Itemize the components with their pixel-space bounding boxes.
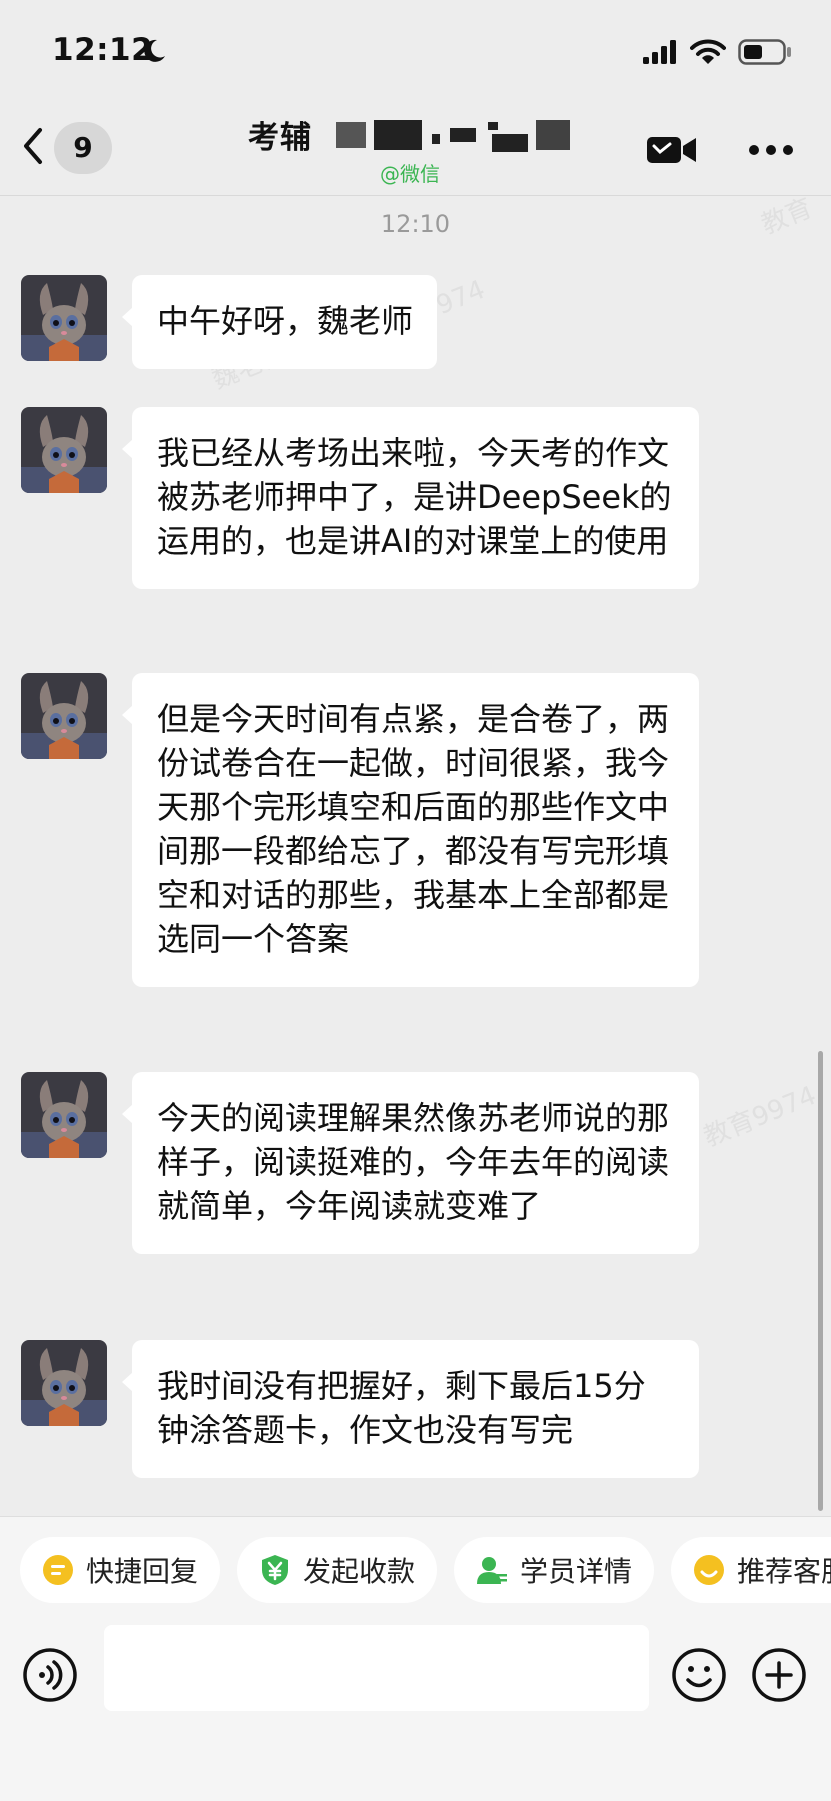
redaction-mark bbox=[336, 112, 576, 154]
student-details-button[interactable]: 学员详情 bbox=[454, 1537, 654, 1603]
quick-reply-label: 快捷回复 bbox=[86, 1555, 199, 1588]
student-icon bbox=[477, 1557, 507, 1584]
signal-icon bbox=[643, 40, 676, 64]
message-input-row bbox=[0, 1625, 831, 1715]
collect-payment-label: 发起收款 bbox=[303, 1555, 416, 1588]
battery-icon bbox=[738, 39, 791, 65]
payment-icon bbox=[262, 1555, 288, 1585]
avatar-image bbox=[21, 275, 107, 361]
more-options-icon[interactable] bbox=[748, 144, 794, 156]
contact-avatar[interactable] bbox=[21, 1072, 107, 1158]
recommend-icon bbox=[694, 1555, 724, 1585]
moon-icon bbox=[144, 39, 165, 62]
chat-scrollbar[interactable] bbox=[818, 1051, 823, 1511]
quick-reply-button[interactable]: 快捷回复 bbox=[20, 1537, 220, 1603]
add-more-icon[interactable] bbox=[751, 1647, 807, 1703]
avatar-image bbox=[21, 407, 107, 493]
wifi-icon bbox=[690, 39, 726, 64]
contact-avatar[interactable] bbox=[21, 1340, 107, 1426]
avatar-image bbox=[21, 1072, 107, 1158]
quick-action-row: 快捷回复 发起收款 学员详情 推荐客服 bbox=[0, 1537, 831, 1603]
message-bubble[interactable]: 我已经从考场出来啦，今天考的作文被苏老师押中了，是讲DeepSeek的运用的，也… bbox=[122, 407, 699, 589]
message-input[interactable] bbox=[104, 1625, 649, 1711]
collect-payment-button[interactable]: 发起收款 bbox=[237, 1537, 437, 1603]
avatar-image bbox=[21, 1340, 107, 1426]
chat-message-list[interactable]: 教育 9974 魏老师 教育9974 12:10 中午好呀，魏老师 bbox=[0, 193, 831, 1516]
recommend-service-label: 推荐客服 bbox=[737, 1555, 831, 1588]
voice-input-icon[interactable] bbox=[22, 1647, 78, 1703]
watermark: 教育9974 bbox=[699, 1080, 821, 1153]
message-bubble[interactable]: 但是今天时间有点紧，是合卷了，两份试卷合在一起做，时间很紧，我今天那个完形填空和… bbox=[122, 673, 699, 987]
video-call-icon[interactable] bbox=[646, 134, 698, 166]
status-bar: 12:12 bbox=[0, 0, 831, 100]
bottom-toolbar: 快捷回复 发起收款 学员详情 推荐客服 bbox=[0, 1516, 831, 1801]
recommend-service-button[interactable]: 推荐客服 bbox=[671, 1537, 831, 1603]
wechat-source-label: @微信 bbox=[380, 162, 440, 186]
status-time: 12:12 bbox=[52, 32, 154, 68]
quick-reply-icon bbox=[43, 1555, 73, 1585]
message-bubble[interactable]: 今天的阅读理解果然像苏老师说的那样子，阅读挺难的，今年去年的阅读就简单，今年阅读… bbox=[122, 1072, 699, 1254]
student-details-label: 学员详情 bbox=[520, 1555, 633, 1588]
contact-avatar[interactable] bbox=[21, 275, 107, 361]
avatar-image bbox=[21, 673, 107, 759]
unread-count-badge[interactable]: 9 bbox=[54, 122, 112, 174]
contact-avatar[interactable] bbox=[21, 673, 107, 759]
back-button[interactable] bbox=[18, 126, 48, 166]
emoji-icon[interactable] bbox=[671, 1647, 727, 1703]
message-bubble[interactable]: 我时间没有把握好，剩下最后15分钟涂答题卡，作文也没有写完 bbox=[122, 1340, 699, 1478]
chat-title: 考辅 bbox=[248, 120, 312, 156]
chat-header: 9 考辅 @微信 bbox=[0, 100, 831, 196]
contact-avatar[interactable] bbox=[21, 407, 107, 493]
message-bubble[interactable]: 中午好呀，魏老师 bbox=[121, 275, 438, 369]
message-timestamp: 12:10 bbox=[380, 210, 451, 238]
